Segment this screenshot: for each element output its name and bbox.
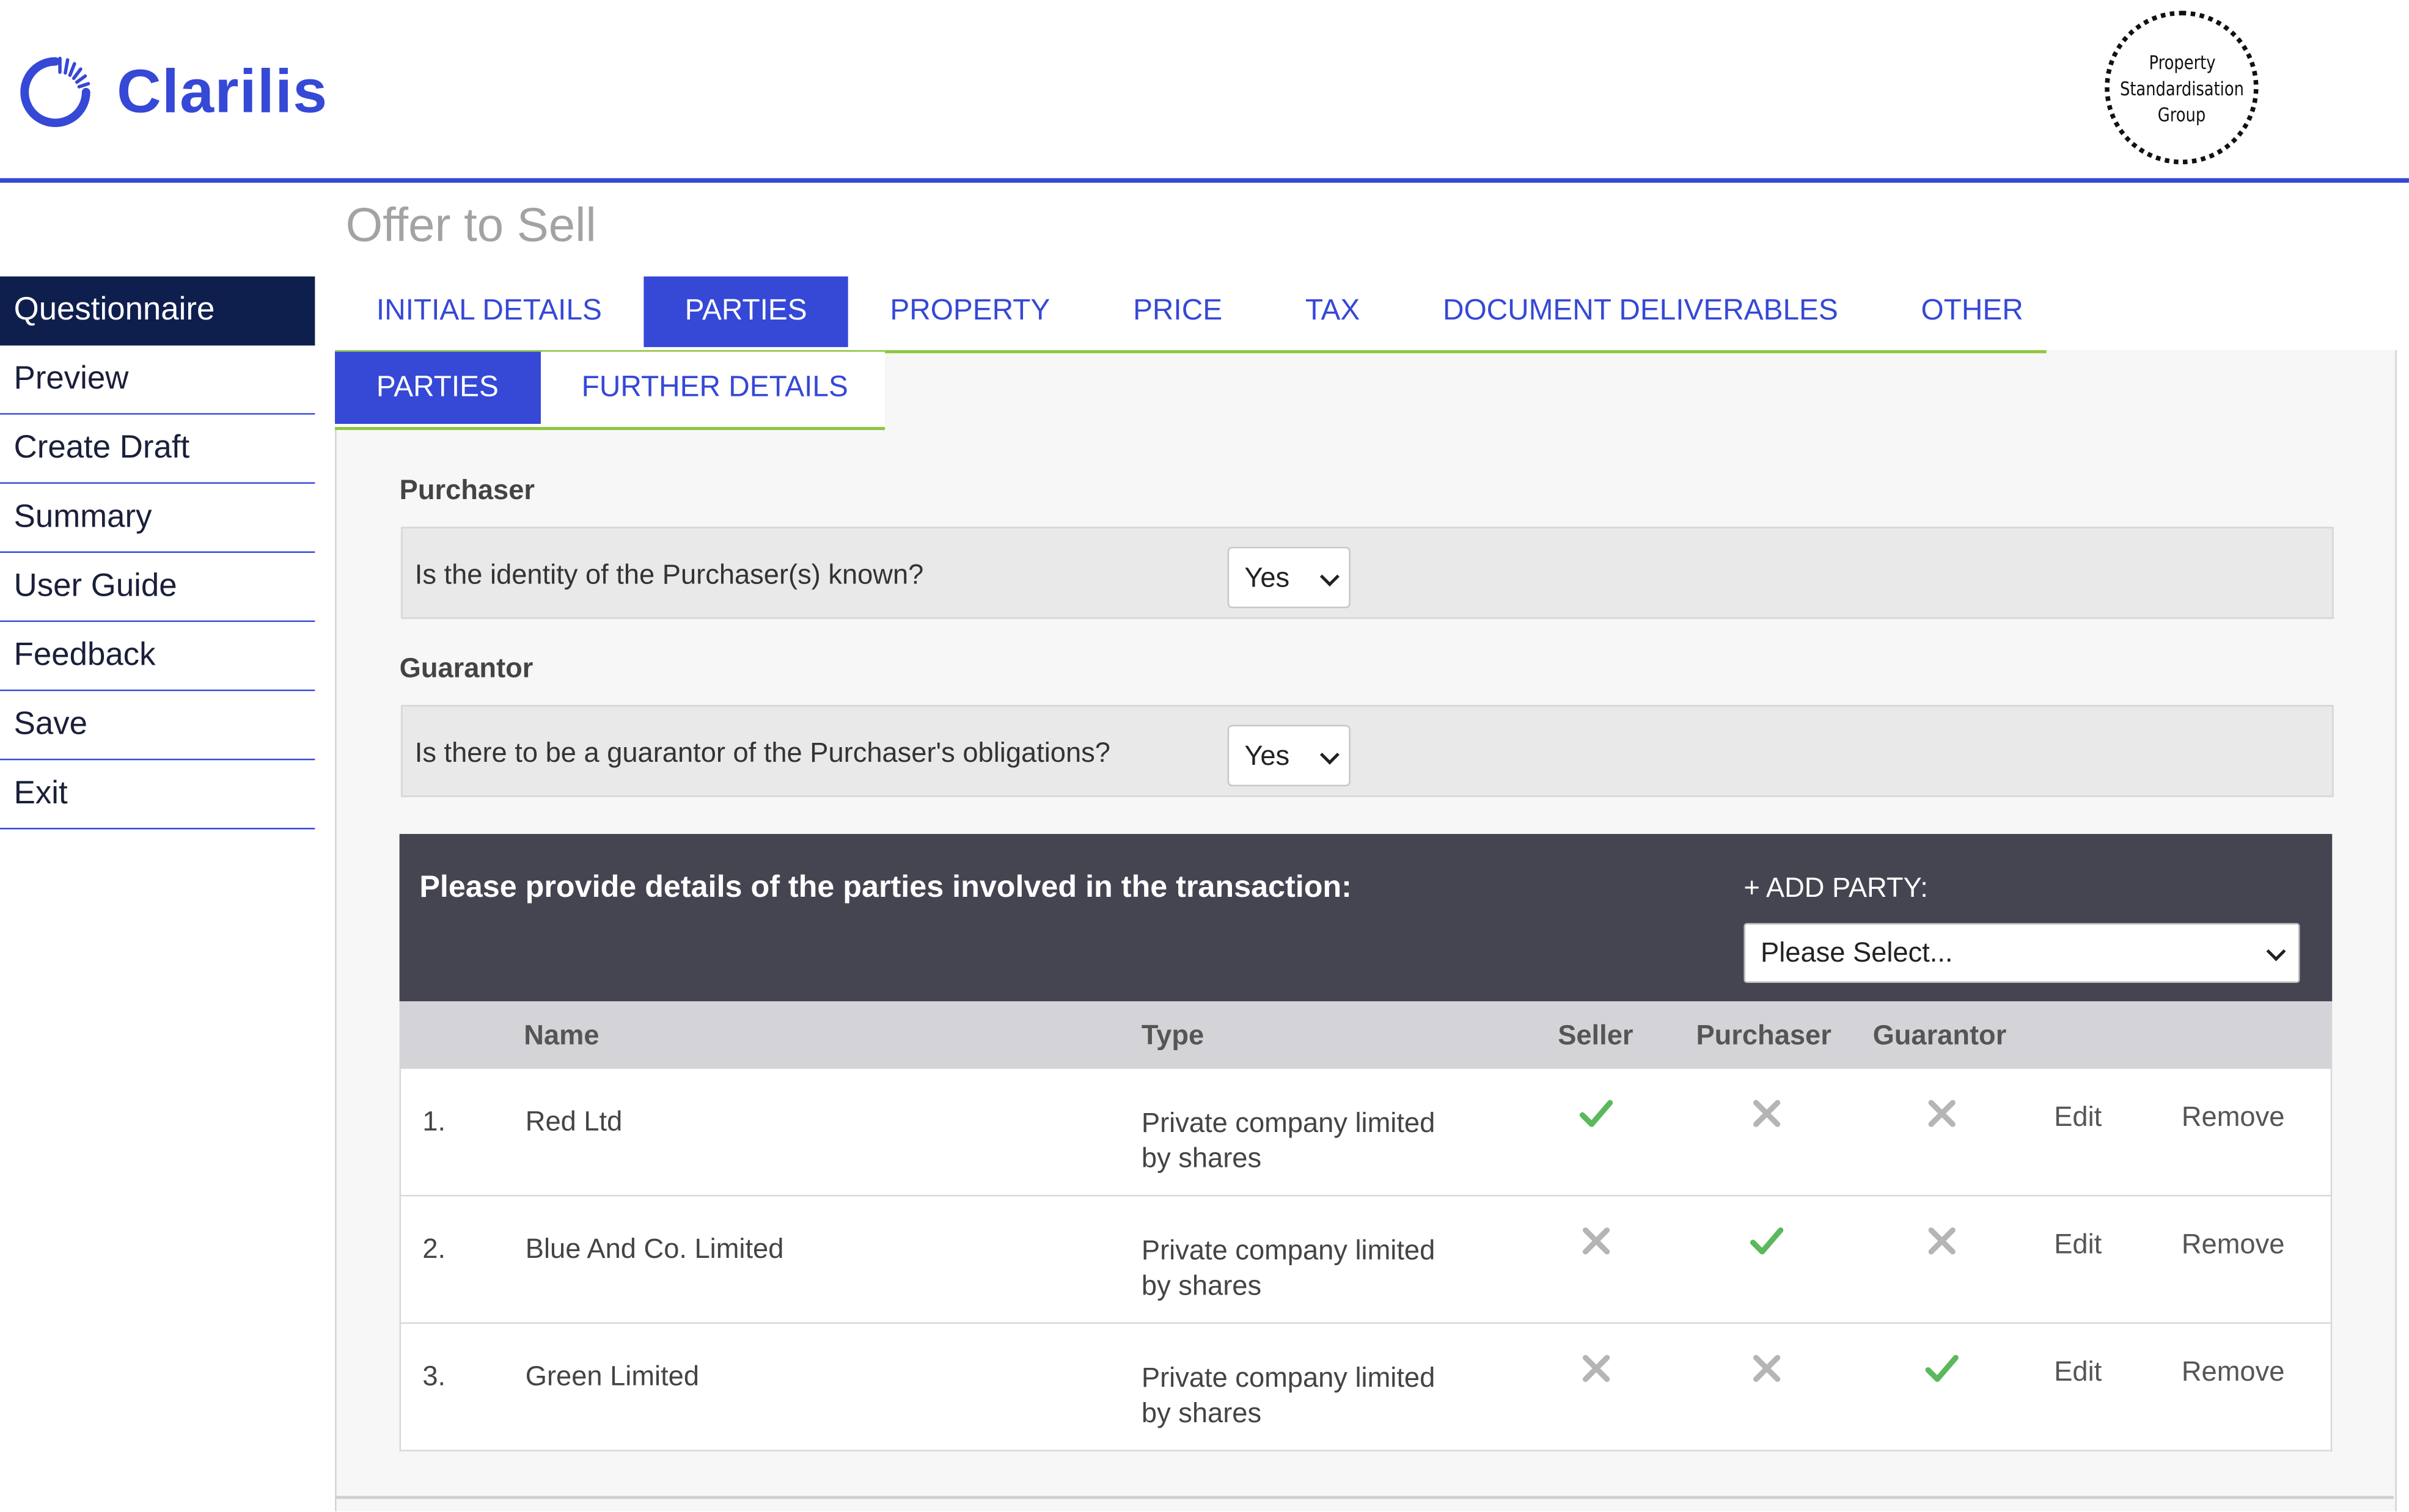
party-type-line-1: Private company limited bbox=[1141, 1235, 1436, 1266]
tab-tax[interactable]: TAX bbox=[1264, 277, 1401, 348]
tab-price[interactable]: PRICE bbox=[1091, 277, 1264, 348]
row-number: 3. bbox=[422, 1360, 446, 1392]
subtab-further-details[interactable]: FURTHER DETAILS bbox=[540, 352, 890, 424]
column-header-guarantor: Guarantor bbox=[1872, 1020, 2007, 1051]
main-tabs: INITIAL DETAILS PARTIES PROPERTY PRICE T… bbox=[335, 276, 2047, 354]
purchaser-question-row: Is the identity of the Purchaser(s) know… bbox=[401, 527, 2334, 619]
row-number: 1. bbox=[422, 1106, 446, 1137]
party-type: Private company limited by shares bbox=[1142, 1106, 1495, 1177]
brand-name: Clarilis bbox=[117, 58, 328, 126]
column-header-name: Name bbox=[524, 1020, 600, 1051]
guarantor-value: Yes bbox=[1244, 740, 1290, 772]
guarantor-question-row: Is there to be a guarantor of the Purcha… bbox=[401, 704, 2334, 797]
sidebar-item-create-draft[interactable]: Create Draft bbox=[0, 414, 315, 484]
row-number: 2. bbox=[422, 1233, 446, 1265]
table-row: 1. Red Ltd Private company limited by sh… bbox=[399, 1068, 2333, 1197]
sub-tabs: PARTIES FURTHER DETAILS bbox=[335, 351, 886, 430]
purchaser-heading: Purchaser bbox=[399, 474, 535, 506]
seal-line-3: Group bbox=[2157, 102, 2206, 125]
party-name: Green Limited bbox=[525, 1360, 700, 1392]
subtab-parties[interactable]: PARTIES bbox=[335, 351, 540, 424]
tab-document-deliverables[interactable]: DOCUMENT DELIVERABLES bbox=[1401, 277, 1880, 348]
cross-icon bbox=[1578, 1350, 1615, 1387]
chevron-down-icon bbox=[1319, 745, 1340, 765]
edit-party-button[interactable]: Edit bbox=[2054, 1356, 2102, 1389]
edit-party-button[interactable]: Edit bbox=[2054, 1101, 2102, 1134]
guarantor-select[interactable]: Yes bbox=[1227, 725, 1351, 787]
seal-line-2: Standardisation bbox=[2119, 76, 2244, 100]
clarilis-logo[interactable]: Clarilis bbox=[15, 52, 328, 132]
guarantor-heading: Guarantor bbox=[399, 652, 534, 684]
edit-party-button[interactable]: Edit bbox=[2054, 1229, 2102, 1261]
tab-parties[interactable]: PARTIES bbox=[643, 276, 849, 348]
property-standardisation-group-seal: Property Standardisation Group bbox=[2105, 10, 2259, 164]
app-header: Clarilis Property Standardisation Group bbox=[0, 0, 2409, 183]
chevron-down-icon bbox=[2266, 941, 2286, 962]
purchaser-question-text: Is the identity of the Purchaser(s) know… bbox=[414, 559, 924, 590]
party-type: Private company limited by shares bbox=[1142, 1360, 1495, 1431]
sidebar-item-feedback[interactable]: Feedback bbox=[0, 622, 315, 692]
party-type-line-2: by shares bbox=[1141, 1397, 1262, 1429]
tab-other[interactable]: OTHER bbox=[1880, 277, 2065, 348]
sidebar-item-summary[interactable]: Summary bbox=[0, 483, 315, 553]
tab-initial-details[interactable]: INITIAL DETAILS bbox=[335, 277, 644, 348]
table-header: Name Type Seller Purchaser Guarantor bbox=[399, 1001, 2333, 1069]
column-header-purchaser: Purchaser bbox=[1696, 1020, 1832, 1051]
party-type-line-1: Private company limited bbox=[1141, 1362, 1436, 1393]
cross-icon bbox=[1924, 1222, 1960, 1259]
remove-party-button[interactable]: Remove bbox=[2182, 1356, 2285, 1389]
content-divider bbox=[335, 1496, 2394, 1499]
table-row: 3. Green Limited Private company limited… bbox=[399, 1324, 2333, 1452]
party-type: Private company limited by shares bbox=[1142, 1233, 1495, 1304]
sidebar-item-user-guide[interactable]: User Guide bbox=[0, 553, 315, 623]
checkmark-icon bbox=[1924, 1350, 1960, 1387]
parties-panel-header: Please provide details of the parties in… bbox=[399, 834, 2333, 1002]
sidebar-item-save[interactable]: Save bbox=[0, 691, 315, 761]
page-title: Offer to Sell bbox=[345, 198, 596, 252]
guarantor-question-text: Is there to be a guarantor of the Purcha… bbox=[414, 737, 1110, 768]
party-name: Blue And Co. Limited bbox=[525, 1233, 784, 1265]
party-name: Red Ltd bbox=[525, 1106, 623, 1137]
cross-icon bbox=[1748, 1350, 1785, 1387]
sidebar-item-exit[interactable]: Exit bbox=[0, 760, 315, 830]
add-party-select-value: Please Select... bbox=[1761, 937, 1953, 968]
chevron-down-icon bbox=[1319, 567, 1340, 587]
cross-icon bbox=[1924, 1095, 1960, 1131]
party-type-line-1: Private company limited bbox=[1141, 1107, 1436, 1138]
table-row: 2. Blue And Co. Limited Private company … bbox=[399, 1196, 2333, 1324]
tab-property[interactable]: PROPERTY bbox=[849, 277, 1092, 348]
party-type-line-2: by shares bbox=[1141, 1142, 1262, 1174]
column-header-seller: Seller bbox=[1558, 1020, 1634, 1051]
parties-title: Please provide details of the parties in… bbox=[419, 871, 1352, 905]
party-type-line-2: by shares bbox=[1141, 1270, 1262, 1301]
parties-table: Name Type Seller Purchaser Guarantor 1. … bbox=[399, 1001, 2333, 1452]
purchaser-known-select[interactable]: Yes bbox=[1227, 546, 1351, 608]
sidebar-item-preview[interactable]: Preview bbox=[0, 345, 315, 415]
cross-icon bbox=[1578, 1222, 1615, 1259]
remove-party-button[interactable]: Remove bbox=[2182, 1229, 2285, 1261]
checkmark-icon bbox=[1578, 1095, 1615, 1131]
clarilis-logo-icon bbox=[20, 56, 90, 127]
app-page: Clarilis Property Standardisation Group … bbox=[0, 0, 2409, 1511]
sidebar-item-questionnaire[interactable]: Questionnaire bbox=[0, 276, 315, 346]
add-party-select[interactable]: Please Select... bbox=[1744, 922, 2300, 983]
column-header-type: Type bbox=[1141, 1020, 1204, 1051]
purchaser-known-value: Yes bbox=[1244, 562, 1290, 593]
cross-icon bbox=[1748, 1095, 1785, 1131]
seal-line-1: Property bbox=[2148, 49, 2215, 73]
remove-party-button[interactable]: Remove bbox=[2182, 1101, 2285, 1134]
checkmark-icon bbox=[1748, 1222, 1785, 1259]
add-party-label: + ADD PARTY: bbox=[1744, 872, 1928, 904]
sidebar-nav: Questionnaire Preview Create Draft Summa… bbox=[0, 276, 315, 830]
